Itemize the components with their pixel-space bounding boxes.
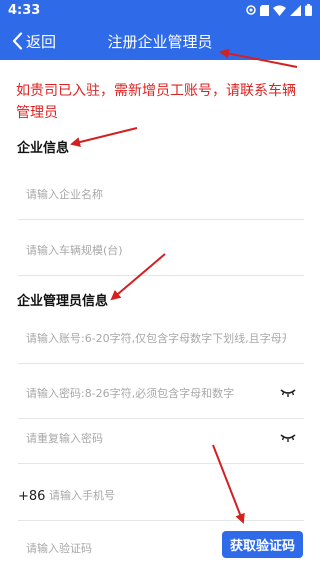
registration-notice: 如贵司已入驻，需新增员工账号，请联系车辆管理员 [16,83,296,121]
password-input[interactable] [26,387,246,400]
company-name-field[interactable] [18,176,304,220]
annotation-arrow [70,127,138,147]
repeat-password-input[interactable] [26,432,246,445]
company-info-heading: 企业信息 [17,141,70,156]
status-bar: 4:33 [0,0,320,22]
company-name-input[interactable] [26,188,286,201]
fleet-size-field[interactable] [18,232,304,276]
battery-icon [305,4,312,16]
country-code-prefix[interactable]: +86 [18,489,45,504]
eye-closed-icon[interactable] [280,389,296,398]
notification-icon [246,5,256,15]
page-title: 注册企业管理员 [107,33,213,51]
status-time: 4:33 [8,3,41,18]
wifi-icon [273,5,286,16]
password-field[interactable] [18,375,304,419]
app-bar: 返回 注册企业管理员 [0,22,320,60]
get-code-button[interactable]: 获取验证码 [222,531,303,558]
account-input[interactable] [26,332,286,345]
code-input[interactable] [26,542,216,555]
sd-card-icon [260,4,269,16]
phone-input[interactable] [49,489,279,502]
signal-icon [290,4,301,16]
repeat-password-field[interactable] [18,420,304,464]
fleet-size-input[interactable] [26,244,286,257]
account-field[interactable] [18,320,304,364]
phone-field[interactable]: +86 [18,477,304,521]
admin-info-heading: 企业管理员信息 [17,294,109,309]
eye-closed-icon[interactable] [280,434,296,443]
